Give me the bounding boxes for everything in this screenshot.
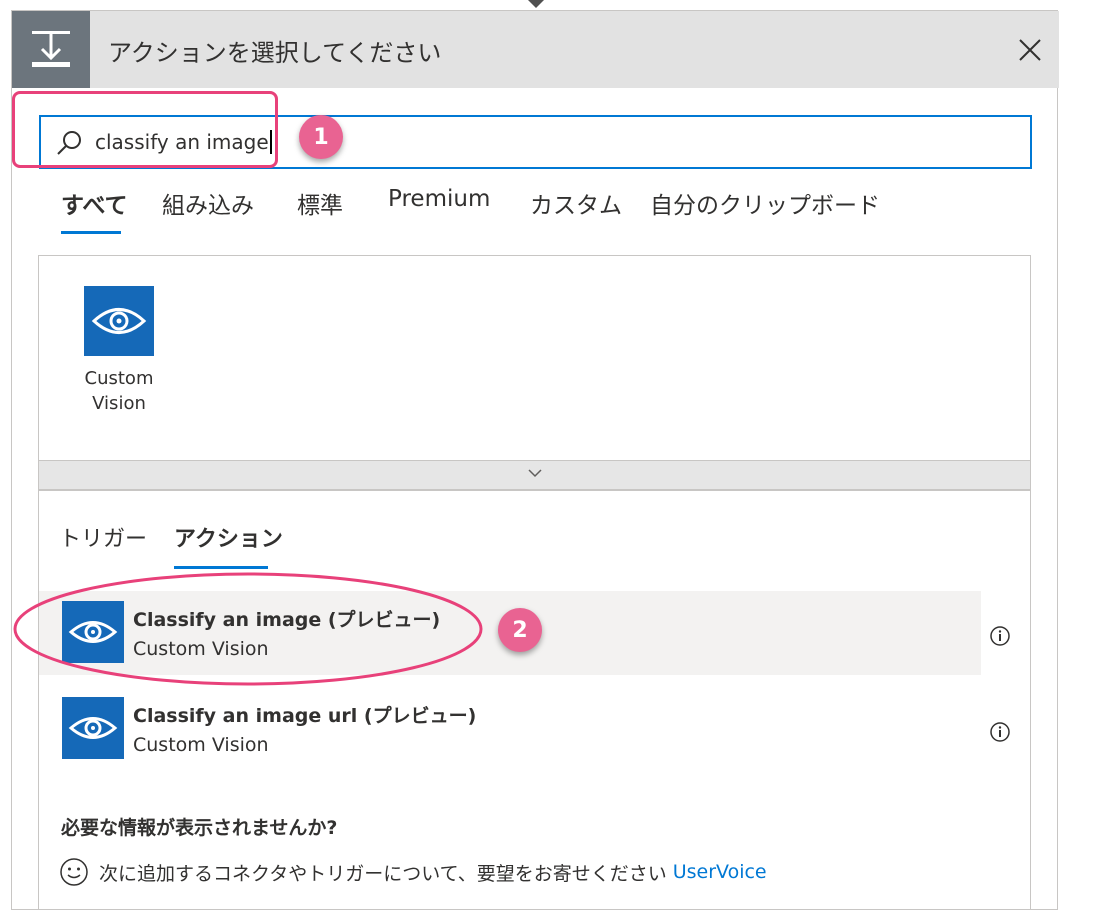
eye-gear-icon <box>62 697 124 759</box>
dialog-title: アクションを選択してください <box>108 39 442 67</box>
tab-clipboard[interactable]: 自分のクリップボード <box>650 186 880 222</box>
results-panel: トリガー アクション Classify an image (プレビュー) Cus… <box>38 490 1031 910</box>
action-result-row[interactable]: Classify an image url (プレビュー) Custom Vis… <box>39 687 981 771</box>
tab-custom[interactable]: カスタム <box>530 186 622 222</box>
tab-premium[interactable]: Premium <box>388 186 490 222</box>
tab-builtin[interactable]: 組み込み <box>162 186 254 222</box>
eye-gear-icon <box>62 601 124 663</box>
tab-active-underline <box>61 231 121 234</box>
flow-arrow-icon <box>528 0 544 8</box>
feedback-line: 次に追加するコネクタやトリガーについて、要望をお寄せください UserVoice <box>59 857 767 887</box>
missing-info-heading: 必要な情報が表示されませんか? <box>61 817 338 839</box>
result-connector: Custom Vision <box>133 638 269 660</box>
connector-label: Custom Vision <box>69 366 169 416</box>
eye-gear-icon <box>91 308 147 334</box>
result-connector: Custom Vision <box>133 734 269 756</box>
expand-connectors-bar[interactable] <box>38 460 1031 490</box>
chevron-down-icon <box>528 469 542 478</box>
connector-label-line2: Vision <box>92 393 146 414</box>
annotation-badge-1: 1 <box>299 115 343 159</box>
smiley-icon <box>60 858 88 886</box>
tab-all[interactable]: すべて <box>61 186 128 234</box>
connectors-panel: Custom Vision <box>38 255 1031 461</box>
tab-all-label: すべて <box>61 193 128 219</box>
uservoice-link[interactable]: UserVoice <box>673 861 767 883</box>
result-title: Classify an image url (プレビュー) <box>133 705 477 727</box>
tab-active-underline <box>174 566 268 569</box>
tab-triggers[interactable]: トリガー <box>59 521 147 553</box>
tab-actions[interactable]: アクション <box>174 521 283 569</box>
info-icon[interactable] <box>989 721 1011 743</box>
info-icon[interactable] <box>989 625 1011 647</box>
tab-standard[interactable]: 標準 <box>297 186 343 222</box>
annotation-badge-2: 2 <box>498 608 542 652</box>
action-step-icon <box>12 11 90 88</box>
annotation-rectangle <box>12 91 278 168</box>
feedback-text: 次に追加するコネクタやトリガーについて、要望をお寄せください <box>99 862 667 885</box>
custom-vision-connector[interactable] <box>84 286 154 356</box>
tab-actions-label: アクション <box>174 527 283 552</box>
connector-label-line1: Custom <box>84 368 154 389</box>
close-icon[interactable] <box>1015 35 1045 65</box>
result-title: Classify an image (プレビュー) <box>133 609 441 631</box>
dialog-header: アクションを選択してください <box>12 11 1059 88</box>
